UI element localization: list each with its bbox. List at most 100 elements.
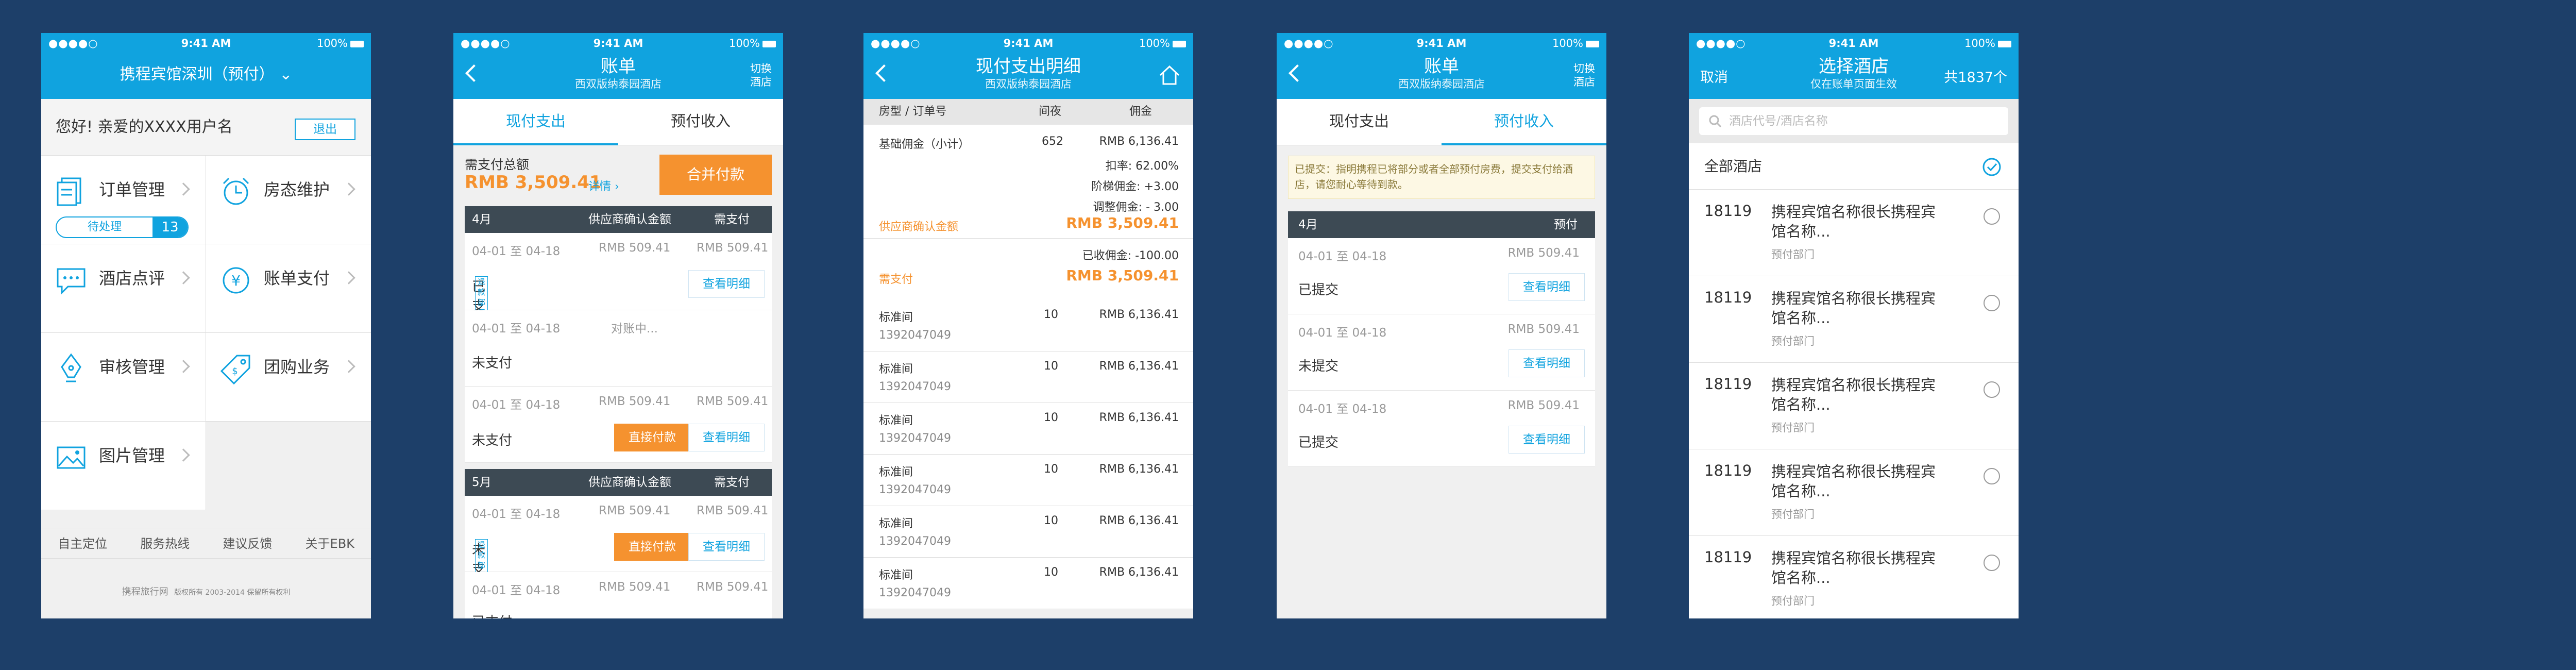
- chevron-right-icon: [177, 182, 190, 196]
- rate-line: 扣率: 62.00%: [1105, 160, 1179, 173]
- view-detail-button[interactable]: 查看明细: [1509, 349, 1585, 377]
- footer-link-feedback[interactable]: 建议反馈: [223, 528, 272, 558]
- status-text: 已提交: [1298, 282, 1339, 298]
- battery: 100%: [317, 33, 364, 54]
- radio-unchecked-icon[interactable]: [1984, 381, 2000, 398]
- radio-unchecked-icon[interactable]: [1984, 208, 2000, 225]
- hotel-name: 携程宾馆名称很长携程宾 馆名称...: [1771, 462, 1936, 501]
- menu-orders[interactable]: 订单管理 待处理 13: [41, 156, 206, 244]
- date-range: 04-01 至 04-18: [472, 508, 561, 521]
- switch-hotel-button[interactable]: 切换 酒店: [750, 62, 772, 89]
- divider: [863, 238, 1193, 239]
- prepaid-table: 4月 预付 04-01 至 04-18 RMB 509.41 已提交 查看明细 0…: [1288, 211, 1595, 467]
- all-hotels-item[interactable]: 全部酒店: [1689, 143, 2019, 190]
- view-detail-button[interactable]: 查看明细: [688, 270, 765, 298]
- footer-link-about[interactable]: 关于EBK: [306, 528, 354, 558]
- menu-audit[interactable]: 审核管理: [41, 333, 206, 422]
- bill-table-april: 4月 供应商确认金额 需支付 04-01 至 04-18 RMB 509.41 RM…: [465, 206, 772, 463]
- merge-payment-button[interactable]: 合并付款: [659, 155, 772, 195]
- search-input[interactable]: 酒店代号/酒店名称: [1699, 107, 2008, 135]
- chevron-right-icon: [177, 271, 190, 284]
- order-number: 1392047049: [879, 380, 951, 393]
- svg-text:$: $: [232, 366, 238, 377]
- home-icon[interactable]: [1158, 64, 1181, 87]
- all-hotels-label: 全部酒店: [1704, 158, 1762, 175]
- status-text: 未支付: [472, 356, 513, 371]
- radio-unchecked-icon[interactable]: [1984, 295, 2000, 311]
- greeting-text: 您好! 亲爱的XXXX用户名: [56, 118, 233, 136]
- view-detail-button[interactable]: 查看明细: [688, 424, 765, 451]
- hotel-name: 携程宾馆名称很长携程宾 馆名称...: [1771, 548, 1936, 588]
- menu-images[interactable]: 图片管理: [41, 422, 206, 510]
- hotel-name: 携程宾馆名称很长携程宾 馆名称...: [1771, 202, 1936, 241]
- hotel-selector[interactable]: 携程宾馆深圳（预付） ⌄: [41, 64, 371, 86]
- hotel-list-item[interactable]: 18119 携程宾馆名称很长携程宾 馆名称... 预付部门: [1689, 190, 2019, 276]
- detail-link[interactable]: 详情 ›: [588, 177, 619, 194]
- radio-unchecked-icon[interactable]: [1984, 468, 2000, 484]
- received-commission: 已收佣金: -100.00: [1082, 249, 1179, 262]
- hotel-name-line-1: 携程宾馆名称很长携程宾: [1771, 376, 1936, 394]
- chevron-right-icon: [342, 182, 355, 196]
- hotel-count: 共1837个: [1944, 70, 2007, 86]
- column-header: 佣金: [1129, 105, 1153, 118]
- battery-level: 100%: [1139, 37, 1170, 49]
- menu-reviews[interactable]: 酒店点评: [41, 244, 206, 333]
- column-header: 间夜: [1039, 105, 1062, 118]
- phone-bill: 账单 西双版纳泰园酒店 切换 酒店 现付支出 预付收入 需支付总额 RMB 3,5…: [453, 33, 783, 618]
- footer-links: 自主定位 服务热线 建议反馈 关于EBK: [41, 528, 371, 559]
- menu-label: 图片管理: [99, 446, 165, 465]
- bill-table-may: 5月 供应商确认金额 需支付 04-01 至 04-18 RMB 509.41 RM…: [465, 469, 772, 618]
- footer-link-hotline[interactable]: 服务热线: [140, 528, 190, 558]
- battery-icon: [1173, 40, 1186, 47]
- pending-badge[interactable]: 待处理 13: [56, 216, 189, 238]
- room-type: 标准间: [879, 569, 913, 582]
- tab-cash-payment[interactable]: 现付支出: [1277, 99, 1442, 145]
- tab-prepaid-income[interactable]: 预付收入: [1442, 99, 1606, 145]
- menu-room-status[interactable]: 房态维护: [206, 156, 371, 244]
- tab-bar: 现付支出 预付收入: [453, 99, 783, 145]
- hotel-department: 预付部门: [1771, 335, 1815, 347]
- footer-link-locate[interactable]: 自主定位: [58, 528, 107, 558]
- menu-group-buy[interactable]: $ 团购业务: [206, 333, 371, 422]
- pen-nib-icon: [61, 353, 81, 382]
- radio-unchecked-icon[interactable]: [1984, 555, 2000, 571]
- copyright: 携程旅行网 版权所有 2003-2014 保留所有权利: [41, 584, 371, 598]
- battery: 100%: [1964, 33, 2011, 54]
- tab-cash-payment[interactable]: 现付支出: [453, 99, 618, 145]
- hotel-list-item[interactable]: 18119 携程宾馆名称很长携程宾 馆名称... 预付部门: [1689, 363, 2019, 449]
- prepaid-amount: RMB 509.41: [1507, 246, 1580, 260]
- tab-prepaid-income[interactable]: 预付收入: [618, 99, 783, 145]
- month-label: 4月: [1298, 218, 1318, 231]
- prepaid-amount: RMB 509.41: [1507, 399, 1580, 412]
- column-header: 房型 / 订单号: [879, 105, 947, 118]
- hotel-list-item[interactable]: 18119 携程宾馆名称很长携程宾 馆名称... 预付部门: [1689, 536, 2019, 618]
- order-number: 1392047049: [879, 432, 951, 445]
- table-header: 4月 供应商确认金额 需支付: [465, 206, 772, 233]
- view-detail-button[interactable]: 查看明细: [1509, 426, 1585, 454]
- hotel-id: 18119: [1704, 548, 1752, 566]
- battery-icon: [1998, 40, 2011, 47]
- menu-bill-payment[interactable]: ¥ 账单支付: [206, 244, 371, 333]
- hotel-department: 预付部门: [1771, 595, 1815, 607]
- direct-pay-button[interactable]: 直接付款: [614, 533, 690, 561]
- pay-label: 需支付: [879, 273, 913, 286]
- direct-pay-button[interactable]: 直接付款: [614, 424, 690, 451]
- hotel-list-item[interactable]: 18119 携程宾馆名称很长携程宾 馆名称... 预付部门: [1689, 449, 2019, 536]
- chevron-down-icon: ⌄: [279, 65, 293, 83]
- hotel-department: 预付部门: [1771, 508, 1815, 521]
- logout-button[interactable]: 退出: [295, 119, 355, 140]
- table-row: 04-01 至 04-18 RMB 509.41 未提交 查看明细: [1288, 314, 1595, 391]
- order-number: 1392047049: [879, 587, 951, 599]
- hotel-list-item[interactable]: 18119 携程宾馆名称很长携程宾 馆名称... 预付部门: [1689, 276, 2019, 363]
- date-range: 04-01 至 04-18: [1298, 326, 1387, 340]
- pay-amount: RMB 509.41: [697, 395, 769, 408]
- confirm-amount: RMB 509.41: [599, 504, 671, 517]
- copyright-name: 携程旅行网: [122, 587, 168, 597]
- menu-label: 订单管理: [99, 180, 165, 199]
- view-detail-button[interactable]: 查看明细: [1509, 273, 1585, 301]
- detail-label: 详情: [588, 180, 612, 193]
- view-detail-button[interactable]: 查看明细: [688, 533, 765, 561]
- switch-hotel-button[interactable]: 切换 酒店: [1573, 62, 1595, 89]
- page-title: 账单: [1424, 56, 1459, 77]
- prepaid-amount: RMB 509.41: [1507, 323, 1580, 336]
